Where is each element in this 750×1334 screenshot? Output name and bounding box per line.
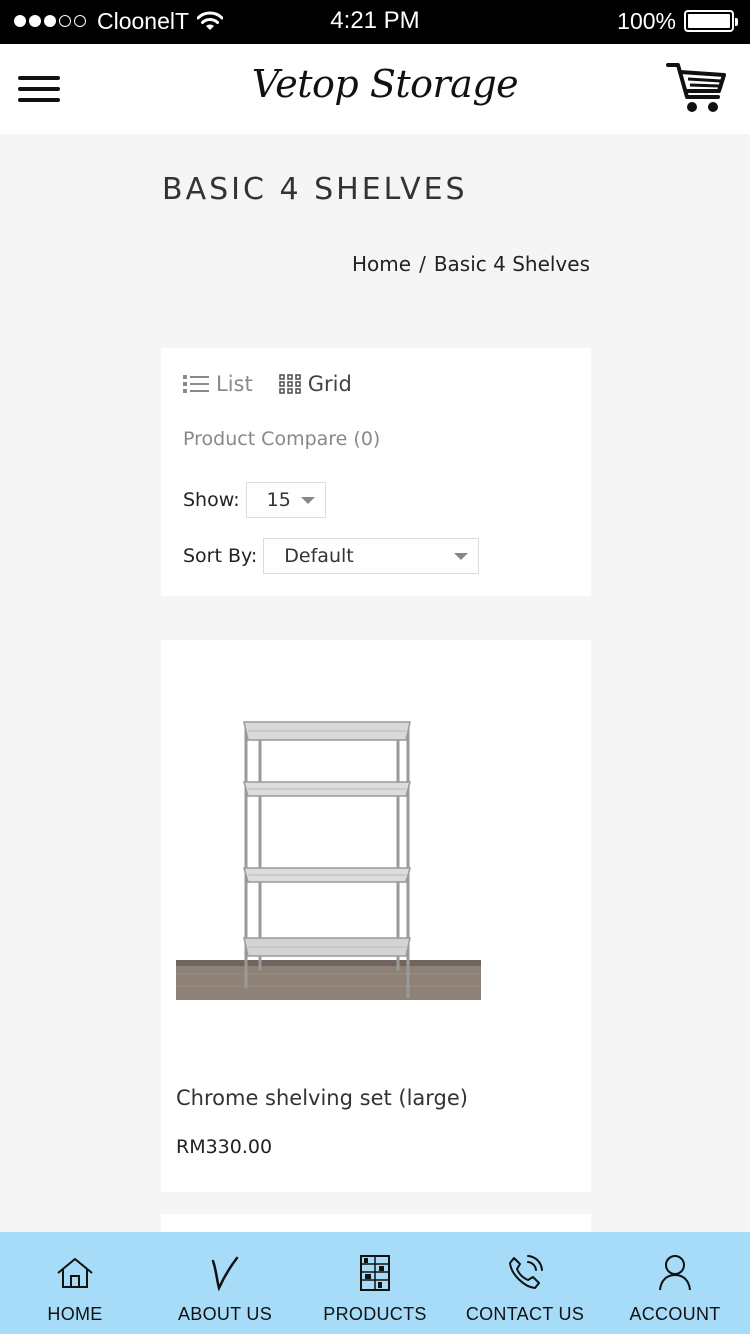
signal-dot — [29, 15, 41, 27]
product-card-next — [161, 1214, 591, 1234]
view-toggle: List Grid — [183, 372, 352, 396]
breadcrumb-separator: / — [419, 252, 426, 276]
app-logo[interactable]: Vetop Storage — [0, 62, 750, 106]
product-image[interactable] — [176, 698, 481, 1000]
chevron-down-icon — [454, 553, 469, 560]
battery-icon — [684, 10, 738, 32]
page-title: BASIC 4 SHELVES — [162, 172, 468, 207]
list-icon — [183, 375, 209, 393]
sort-select-value: Default — [284, 545, 354, 567]
chevron-down-icon — [300, 497, 315, 504]
grid-icon — [278, 374, 301, 394]
nav-home[interactable]: HOME — [0, 1232, 150, 1334]
home-icon — [54, 1252, 96, 1294]
battery-percent: 100% — [617, 7, 676, 34]
user-icon — [654, 1252, 696, 1294]
nav-about-label: ABOUT US — [177, 1304, 273, 1324]
status-right: 100% — [617, 6, 738, 36]
product-toolbar: List Grid Product Compare (0) Show: 15 S… — [161, 348, 591, 596]
show-row: Show: 15 — [183, 482, 326, 518]
product-name[interactable]: Chrome shelving set (large) — [176, 1086, 468, 1110]
signal-dot — [14, 15, 26, 27]
sort-label: Sort By: — [183, 545, 258, 567]
list-view-label: List — [216, 372, 253, 396]
show-label: Show: — [183, 489, 240, 511]
signal-strength-icon — [14, 15, 89, 27]
wifi-icon — [197, 11, 224, 30]
show-select-value: 15 — [266, 489, 291, 511]
list-view-button[interactable]: List — [183, 372, 253, 396]
grid-view-label: Grid — [307, 372, 352, 396]
status-bar: CloonelT 4:21 PM 100% — [0, 0, 750, 44]
about-v-icon — [204, 1252, 246, 1294]
signal-dot — [59, 15, 71, 27]
nav-products[interactable]: PRODUCTS — [300, 1232, 450, 1334]
nav-account-label: ACCOUNT — [629, 1304, 721, 1324]
shelf-icon — [354, 1252, 396, 1294]
breadcrumb-current: Basic 4 Shelves — [433, 252, 590, 276]
cart-icon[interactable] — [666, 60, 728, 116]
breadcrumb-home-link[interactable]: Home — [352, 252, 411, 276]
nav-products-label: PRODUCTS — [323, 1304, 427, 1324]
status-left: CloonelT — [14, 6, 224, 36]
nav-account[interactable]: ACCOUNT — [600, 1232, 750, 1334]
nav-contact-label: CONTACT US — [465, 1304, 585, 1324]
product-compare-link[interactable]: Product Compare (0) — [183, 428, 380, 450]
signal-dot — [74, 15, 86, 27]
nav-contact[interactable]: CONTACT US — [450, 1232, 600, 1334]
sort-row: Sort By: Default — [183, 538, 480, 574]
grid-view-button[interactable]: Grid — [278, 372, 352, 396]
product-price: RM330.00 — [176, 1136, 273, 1158]
signal-dot — [44, 15, 56, 27]
bottom-nav: HOME ABOUT US PRODUCTS CONTACT US ACCOUN… — [0, 1232, 750, 1334]
show-select[interactable]: 15 — [245, 482, 326, 518]
product-card: Chrome shelving set (large) RM330.00 — [161, 640, 591, 1192]
sort-select[interactable]: Default — [263, 538, 480, 574]
battery-cap — [735, 18, 738, 26]
app-header: Vetop Storage — [0, 44, 750, 134]
breadcrumb: Home / Basic 4 Shelves — [352, 252, 590, 276]
carrier-name: CloonelT — [97, 7, 190, 34]
nav-about[interactable]: ABOUT US — [150, 1232, 300, 1334]
battery-fill — [688, 14, 730, 28]
nav-home-label: HOME — [47, 1304, 103, 1324]
phone-icon — [504, 1252, 546, 1294]
